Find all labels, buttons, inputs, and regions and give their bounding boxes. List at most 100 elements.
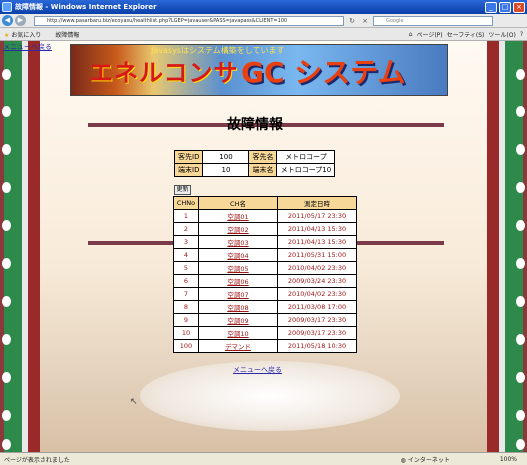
film-hole	[2, 334, 11, 345]
refresh-icon[interactable]: ↻	[347, 16, 357, 26]
film-hole	[516, 182, 525, 193]
page-menu[interactable]: ページ(P)	[416, 30, 442, 39]
film-hole	[516, 106, 525, 117]
command-bar: ⌂ ページ(P) セーフティ(S) ツール(O) ?	[409, 30, 527, 39]
film-hole	[516, 144, 525, 155]
safety-menu[interactable]: セーフティ(S)	[447, 30, 485, 39]
cell-chno: 1	[173, 209, 199, 223]
cell-chname-link[interactable]: 空調05	[198, 261, 278, 275]
cell-chno: 8	[173, 300, 199, 314]
page-content: エネルコンサ GC システム Javasysはシステム構築をしています メニュー…	[0, 41, 527, 452]
cell-chname-link[interactable]: 空調06	[198, 274, 278, 288]
update-button[interactable]: 更新	[174, 185, 191, 195]
maximize-button[interactable]: □	[499, 1, 511, 13]
cell-chname-link[interactable]: 空調08	[198, 300, 278, 314]
window-titlebar: 故障情報 - Windows Internet Explorer _ □ ×	[0, 0, 527, 14]
terminal-id-label: 端末ID	[173, 163, 204, 177]
address-bar: ◀ ▶ http://www.pasarbaru.biz/ecoyasu/hea…	[0, 14, 527, 28]
cell-chname-link[interactable]: 空調04	[198, 248, 278, 262]
page-title: 故障情報	[227, 117, 283, 133]
cell-datetime: 2009/03/24 23:30	[277, 274, 357, 288]
table-row: 3 空調03 2011/04/13 15:30	[173, 235, 357, 249]
table-row: 6 空調06 2009/03/24 23:30	[173, 274, 357, 288]
help-icon[interactable]: ?	[520, 31, 523, 38]
stop-icon[interactable]: ×	[360, 16, 370, 26]
cell-datetime: 2011/04/13 15:30	[277, 222, 357, 236]
client-info-table: 客先ID 100 客先名 メトロコープ 端末ID 10 端末名 メトロコープ10	[173, 150, 336, 177]
column-header-chname: CH名	[198, 196, 278, 210]
terminal-name-label: 端末名	[248, 163, 278, 177]
back-button[interactable]: ◀	[2, 15, 13, 26]
cell-datetime: 2011/03/08 17:00	[277, 300, 357, 314]
client-name-value: メトロコープ	[276, 150, 336, 164]
window-title: 故障情報 - Windows Internet Explorer	[15, 3, 157, 11]
url-input[interactable]: http://www.pasarbaru.biz/ecoyasu/healthl…	[34, 15, 344, 26]
status-bar: ページが表示されました ◍ インターネット 100%	[0, 452, 527, 465]
status-message: ページが表示されました	[4, 456, 70, 464]
table-row: 10 空調10 2009/03/17 23:30	[173, 326, 357, 340]
client-id-value: 100	[202, 150, 250, 164]
tab-current[interactable]: 故障情報	[55, 30, 79, 39]
cell-chname-link[interactable]: 空調03	[198, 235, 278, 249]
favorites-button[interactable]: ★ お気に入り	[4, 30, 41, 39]
zone-label: インターネット	[407, 456, 450, 464]
table-row: 5 空調05 2010/04/02 23:30	[173, 261, 357, 275]
cell-chname-link[interactable]: デマンド	[198, 339, 278, 353]
security-zone: ◍ インターネット	[401, 455, 450, 464]
film-hole	[2, 69, 11, 80]
cell-datetime: 2010/04/02 23:30	[277, 261, 357, 275]
film-hole	[2, 439, 11, 450]
cell-chname-link[interactable]: 空調09	[198, 313, 278, 327]
terminal-name-value: メトロコープ10	[276, 163, 336, 177]
cell-chno: 7	[173, 287, 199, 301]
cell-chno: 9	[173, 313, 199, 327]
film-hole	[516, 69, 525, 80]
back-to-menu-link-bottom[interactable]: メニューへ戻る	[233, 365, 282, 375]
column-header-datetime: 測定日時	[277, 196, 357, 210]
zoom-level[interactable]: 100%	[500, 456, 517, 463]
cell-datetime: 2010/04/02 23:30	[277, 287, 357, 301]
film-hole	[516, 258, 525, 269]
cell-chname-link[interactable]: 空調02	[198, 222, 278, 236]
table-row: 100 デマンド 2011/05/18 10:30	[173, 339, 357, 353]
cell-datetime: 2009/03/17 23:30	[277, 326, 357, 340]
film-hole	[2, 410, 11, 421]
cell-datetime: 2011/05/31 15:00	[277, 248, 357, 262]
tools-menu[interactable]: ツール(O)	[488, 30, 515, 39]
globe-icon: ◍	[400, 456, 408, 464]
cell-chname-link[interactable]: 空調10	[198, 326, 278, 340]
forward-button[interactable]: ▶	[15, 15, 26, 26]
cell-datetime: 2009/03/17 23:30	[277, 313, 357, 327]
close-button[interactable]: ×	[513, 1, 525, 13]
film-hole	[516, 410, 525, 421]
cell-datetime: 2011/05/18 10:30	[277, 339, 357, 353]
table-row: 9 空調09 2009/03/17 23:30	[173, 313, 357, 327]
table-row: 1 空調01 2011/05/17 23:30	[173, 209, 357, 223]
banner-tagline: Javasysはシステム構築をしています	[151, 46, 285, 55]
film-hole	[516, 372, 525, 383]
film-hole	[2, 220, 11, 231]
film-hole	[2, 258, 11, 269]
film-hole	[2, 106, 11, 117]
favorites-bar: ★ お気に入り 故障情報 ⌂ ページ(P) セーフティ(S) ツール(O) ?	[0, 28, 527, 41]
film-hole	[2, 372, 11, 383]
film-strip-right	[487, 41, 527, 452]
star-icon: ★	[4, 31, 10, 39]
back-to-menu-link-top[interactable]: メニューへ戻る	[3, 42, 52, 52]
header-banner: エネルコンサ GC システム Javasysはシステム構築をしています	[70, 44, 448, 96]
film-hole	[516, 220, 525, 231]
minimize-button[interactable]: _	[485, 1, 497, 13]
banner-logo-right: GC システム	[241, 56, 406, 89]
cell-datetime: 2011/05/17 23:30	[277, 209, 357, 223]
cell-chname-link[interactable]: 空調01	[198, 209, 278, 223]
search-input[interactable]: Google	[373, 15, 493, 26]
film-hole	[2, 182, 11, 193]
film-hole	[2, 296, 11, 307]
home-icon[interactable]: ⌂	[409, 31, 413, 38]
cell-chno: 3	[173, 235, 199, 249]
film-strip-left	[0, 41, 40, 452]
cell-chname-link[interactable]: 空調07	[198, 287, 278, 301]
channel-table: CHNo CH名 測定日時 1 空調01 2011/05/17 23:30 2 …	[173, 196, 357, 353]
film-hole	[516, 334, 525, 345]
cell-chno: 4	[173, 248, 199, 262]
